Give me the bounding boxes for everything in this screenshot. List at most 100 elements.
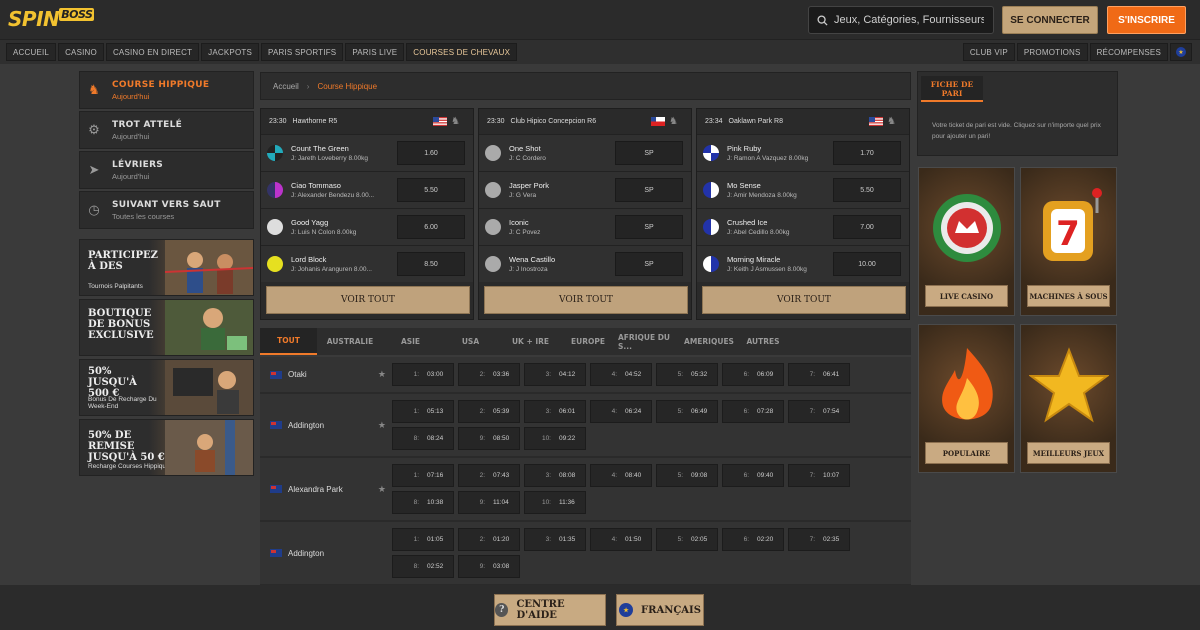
race-time-slot[interactable]: 9: 03:08 xyxy=(458,555,520,578)
sidebar-item-trot-attele[interactable]: ⚙ TROT ATTELÉ Aujourd'hui xyxy=(79,111,254,149)
odds-button[interactable]: 1.70 xyxy=(833,141,901,165)
game-tile-machines-a-sous[interactable]: 7 MACHINES À SOUS xyxy=(1020,167,1117,316)
race-time-slot[interactable]: 9: 08:50 xyxy=(458,427,520,450)
promo-tournois[interactable]: PARTICIPEZ À DES Tournois Palpitants xyxy=(79,239,254,296)
tab-asie[interactable]: ASIE xyxy=(383,328,438,355)
odds-button[interactable]: 10.00 xyxy=(833,252,901,276)
race-time-slot[interactable]: 7: 06:41 xyxy=(788,363,850,386)
sidebar-item-course-hippique[interactable]: ♞ COURSE HIPPIQUE Aujourd'hui xyxy=(79,71,254,109)
race-time-slot[interactable]: 5: 06:49 xyxy=(656,400,718,423)
race-time-slot[interactable]: 2: 01:20 xyxy=(458,528,520,551)
nav-casino[interactable]: CASINO xyxy=(58,43,104,61)
nav-courses-de-chevaux[interactable]: COURSES DE CHEVAUX xyxy=(406,43,518,61)
tab-uk-ire[interactable]: UK + IRE xyxy=(503,328,558,355)
odds-button[interactable]: SP xyxy=(615,215,683,239)
nav-jackpots[interactable]: JACKPOTS xyxy=(201,43,260,61)
track-name[interactable]: Addington xyxy=(288,549,324,558)
odds-button[interactable]: 7.00 xyxy=(833,215,901,239)
race-time-slot[interactable]: 8: 08:24 xyxy=(392,427,454,450)
race-time-slot[interactable]: 4: 01:50 xyxy=(590,528,652,551)
nav-recompenses[interactable]: RÉCOMPENSES xyxy=(1089,43,1168,61)
game-tile-live-casino[interactable]: LIVE CASINO xyxy=(918,167,1015,316)
breadcrumb-home[interactable]: Accueil xyxy=(273,82,299,91)
race-time-slot[interactable]: 4: 04:52 xyxy=(590,363,652,386)
sidebar-item-suivant-vers-saut[interactable]: ◷ SUIVANT VERS SAUT Toutes les courses xyxy=(79,191,254,229)
star-icon[interactable]: ★ xyxy=(378,369,386,380)
race-time-slot[interactable]: 3: 01:35 xyxy=(524,528,586,551)
race-header[interactable]: 23:30 Club Hipico Concepcion R6 ♞ xyxy=(479,109,691,134)
voir-tout-button[interactable]: VOIR TOUT xyxy=(702,286,906,314)
race-time-slot[interactable]: 2: 07:43 xyxy=(458,464,520,487)
game-tile-populaire[interactable]: POPULAIRE xyxy=(918,324,1015,473)
race-time-slot[interactable]: 1: 07:16 xyxy=(392,464,454,487)
voir-tout-button[interactable]: VOIR TOUT xyxy=(484,286,688,314)
search-input[interactable] xyxy=(834,14,984,26)
race-time-slot[interactable]: 7: 07:54 xyxy=(788,400,850,423)
language-globe-button[interactable]: ★ xyxy=(1170,43,1192,61)
race-time-slot[interactable]: 9: 11:04 xyxy=(458,491,520,514)
logo[interactable]: SPIN BOSS xyxy=(8,7,95,31)
tab-tout[interactable]: TOUT xyxy=(260,328,317,355)
tab-australie[interactable]: AUSTRALIE xyxy=(317,328,383,355)
odds-button[interactable]: 8.50 xyxy=(397,252,465,276)
race-time-slot[interactable]: 3: 08:08 xyxy=(524,464,586,487)
race-time-slot[interactable]: 10: 11:36 xyxy=(524,491,586,514)
nav-casino-en-direct[interactable]: CASINO EN DIRECT xyxy=(105,43,200,61)
odds-button[interactable]: 5.50 xyxy=(833,178,901,202)
race-time-slot[interactable]: 5: 05:32 xyxy=(656,363,718,386)
help-center-button[interactable]: ? CENTRE D'AIDE xyxy=(494,594,606,626)
voir-tout-button[interactable]: VOIR TOUT xyxy=(266,286,470,314)
star-icon[interactable]: ★ xyxy=(378,484,386,495)
track-name[interactable]: Addington xyxy=(288,421,324,430)
race-time-slot[interactable]: 6: 07:28 xyxy=(722,400,784,423)
promo-boutique-bonus[interactable]: BOUTIQUE DE BONUS EXCLUSIVE xyxy=(79,299,254,356)
race-time-slot[interactable]: 6: 09:40 xyxy=(722,464,784,487)
login-button[interactable]: SE CONNECTER xyxy=(1002,6,1098,34)
sidebar-item-levriers[interactable]: ➤ LÉVRIERS Aujourd'hui xyxy=(79,151,254,189)
odds-button[interactable]: 5.50 xyxy=(397,178,465,202)
language-button[interactable]: ★ FRANÇAIS xyxy=(616,594,704,626)
tab-autres[interactable]: AUTRES xyxy=(738,328,788,355)
race-time-slot[interactable]: 5: 09:08 xyxy=(656,464,718,487)
race-time-slot[interactable]: 1: 03:00 xyxy=(392,363,454,386)
tab-europe[interactable]: EUROPE xyxy=(558,328,618,355)
race-time-slot[interactable]: 2: 03:36 xyxy=(458,363,520,386)
search-box[interactable] xyxy=(808,6,994,34)
race-header[interactable]: 23:34 Oaklawn Park R8 ♞ xyxy=(697,109,909,134)
track-name[interactable]: Alexandra Park xyxy=(288,485,343,494)
star-icon[interactable]: ★ xyxy=(378,420,386,431)
race-time-slot[interactable]: 4: 08:40 xyxy=(590,464,652,487)
game-tile-meilleurs-jeux[interactable]: MEILLEURS JEUX xyxy=(1020,324,1117,473)
odds-button[interactable]: 1.60 xyxy=(397,141,465,165)
promo-recharge-weekend[interactable]: 50% JUSQU'À 500 € Bonus De Recharge Du W… xyxy=(79,359,254,416)
nav-paris-live[interactable]: PARIS LIVE xyxy=(345,43,405,61)
nav-club-vip[interactable]: CLUB VIP xyxy=(962,43,1015,61)
race-time-slot[interactable]: 8: 02:52 xyxy=(392,555,454,578)
race-header[interactable]: 23:30 Hawthorne R5 ♞ xyxy=(261,109,473,134)
race-time-slot[interactable]: 4: 06:24 xyxy=(590,400,652,423)
odds-button[interactable]: SP xyxy=(615,141,683,165)
race-time-slot[interactable]: 3: 04:12 xyxy=(524,363,586,386)
tab-afrique-du-sud[interactable]: AFRIQUE DU S... xyxy=(618,328,680,355)
race-time-slot[interactable]: 6: 06:09 xyxy=(722,363,784,386)
race-time-slot[interactable]: 3: 06:01 xyxy=(524,400,586,423)
race-time-slot[interactable]: 7: 02:35 xyxy=(788,528,850,551)
track-name[interactable]: Otaki xyxy=(288,370,307,379)
tab-usa[interactable]: USA xyxy=(438,328,503,355)
race-time-slot[interactable]: 1: 01:05 xyxy=(392,528,454,551)
nav-promotions[interactable]: PROMOTIONS xyxy=(1016,43,1088,61)
race-time-slot[interactable]: 6: 02:20 xyxy=(722,528,784,551)
race-time-slot[interactable]: 5: 02:05 xyxy=(656,528,718,551)
register-button[interactable]: S'INSCRIRE xyxy=(1107,6,1186,34)
promo-recharge-courses[interactable]: 50% DE REMISE JUSQU'À 50 € Recharge Cour… xyxy=(79,419,254,476)
race-time-slot[interactable]: 8: 10:38 xyxy=(392,491,454,514)
race-time-slot[interactable]: 10: 09:22 xyxy=(524,427,586,450)
odds-button[interactable]: 6.00 xyxy=(397,215,465,239)
race-time-slot[interactable]: 1: 05:13 xyxy=(392,400,454,423)
nav-accueil[interactable]: ACCUEIL xyxy=(6,43,57,61)
odds-button[interactable]: SP xyxy=(615,178,683,202)
race-time-slot[interactable]: 7: 10:07 xyxy=(788,464,850,487)
tab-ameriques[interactable]: AMERIQUES xyxy=(680,328,738,355)
nav-paris-sportifs[interactable]: PARIS SPORTIFS xyxy=(261,43,344,61)
race-time-slot[interactable]: 2: 05:39 xyxy=(458,400,520,423)
